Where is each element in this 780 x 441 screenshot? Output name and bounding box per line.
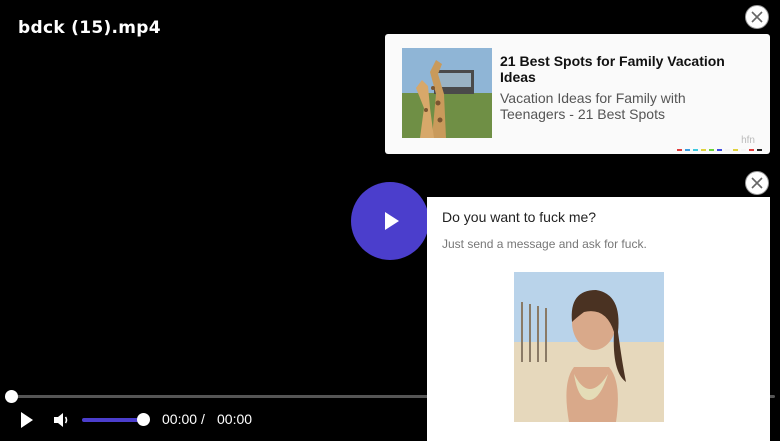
big-play-button[interactable]: [351, 182, 429, 260]
ad-color-dot: [685, 149, 690, 151]
volume-icon: [54, 413, 68, 427]
play-icon: [21, 412, 33, 428]
ad-card-message[interactable]: Do you want to fuck me? Just send a mess…: [427, 197, 770, 441]
close-message-button[interactable]: [745, 171, 769, 195]
ad-brand: hfn: [741, 135, 755, 146]
play-icon: [385, 212, 399, 230]
ad-color-dot: [677, 149, 682, 151]
volume-button[interactable]: [52, 411, 72, 429]
progress-handle[interactable]: [5, 390, 18, 403]
ad-message-title[interactable]: Do you want to fuck me?: [442, 209, 596, 225]
volume-slider[interactable]: [82, 418, 144, 422]
ad-color-dot: [709, 149, 714, 151]
ad-color-dot: [725, 149, 730, 151]
volume-handle[interactable]: [137, 413, 150, 426]
ad-message-subtitle: Just send a message and ask for fuck.: [442, 237, 647, 251]
ad-description: Vacation Ideas for Family with Teenagers…: [500, 90, 686, 122]
close-icon: [751, 177, 763, 189]
ad-thumbnail: [402, 48, 492, 138]
ad-color-strip: [677, 149, 762, 151]
close-ad-button[interactable]: [745, 5, 769, 29]
play-button[interactable]: [17, 410, 37, 430]
ad-card-vacation[interactable]: 21 Best Spots for Family Vacation Ideas …: [385, 34, 770, 154]
ad-color-dot: [741, 149, 746, 151]
ad-color-dot: [717, 149, 722, 151]
ad-color-dot: [693, 149, 698, 151]
video-title: bdck (15).mp4: [18, 18, 161, 38]
ad-color-dot: [749, 149, 754, 151]
close-icon: [751, 11, 763, 23]
ad-headline[interactable]: 21 Best Spots for Family Vacation Ideas: [500, 53, 750, 85]
total-time: 00:00: [217, 411, 253, 427]
ad-photo: [514, 272, 664, 422]
current-time: 00:00: [162, 411, 198, 427]
ad-color-dot: [733, 149, 738, 151]
ad-color-dot: [757, 149, 762, 151]
ad-color-dot: [701, 149, 706, 151]
time-separator: /: [201, 411, 205, 427]
